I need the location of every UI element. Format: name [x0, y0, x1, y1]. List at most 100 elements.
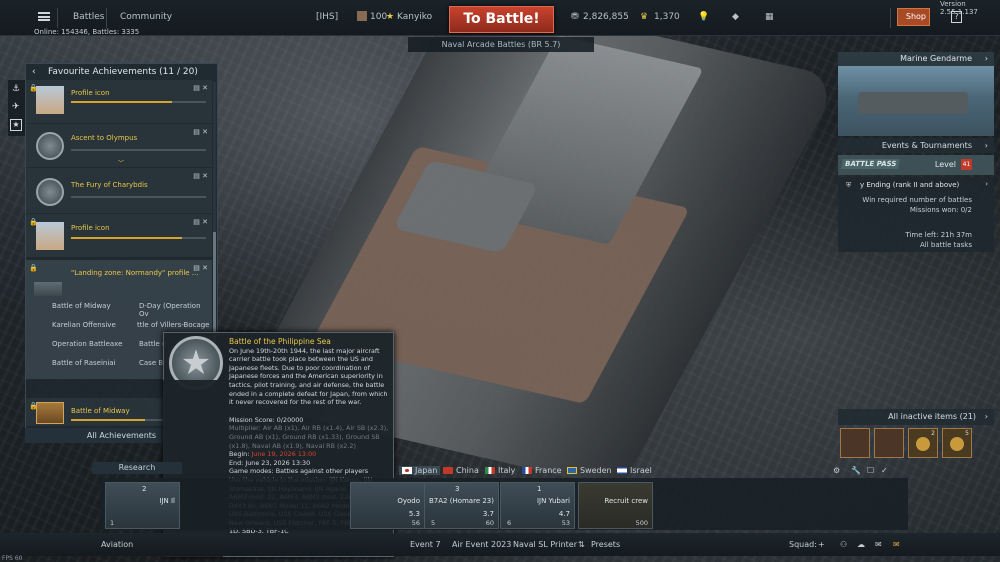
presets-icon[interactable]: ⇅ — [578, 540, 585, 549]
inactive-items-button[interactable]: All inactive items (21) › — [838, 409, 994, 425]
battle-task-panel[interactable]: ⛨ y Ending (rank II and above) › Win req… — [838, 177, 994, 252]
calendar-close-controls[interactable]: ▤ ✕ — [193, 264, 208, 272]
research-tab[interactable]: Research — [92, 462, 182, 474]
achievement-item[interactable]: 🔒 Profile icon ▤ ✕ — [26, 80, 212, 124]
nation-tab-italy[interactable]: Italy — [485, 466, 515, 475]
achievement-item[interactable]: Ascent to Olympus ▤ ✕ ﹀ — [26, 124, 212, 168]
to-battle-button[interactable]: To Battle! — [449, 6, 554, 33]
task-description: Win required number of battles — [862, 196, 972, 204]
item-count: 2 — [931, 430, 935, 437]
calendar-close-controls[interactable]: ▤ ✕ — [193, 84, 208, 92]
achievement-item[interactable]: 🔒 Profile icon ▤ ✕ — [26, 214, 212, 258]
achievement-item[interactable]: The Fury of Charybdis ▤ ✕ — [26, 168, 212, 214]
progress-bar — [71, 196, 206, 198]
ship-filter-icon[interactable]: ⚓ — [12, 84, 20, 94]
nation-label: France — [535, 466, 562, 475]
sub-achievement[interactable]: Battle of Midway — [52, 302, 111, 310]
vehicle-name: Recruit crew — [604, 497, 648, 505]
friends-icon[interactable]: ⚇ — [840, 540, 847, 549]
ticket-icon[interactable]: ▦ — [765, 12, 774, 22]
chevron-right-icon: › — [985, 180, 988, 188]
vehicle-card[interactable]: 3 B7A2 (Homare 23) 3.7 5 60 — [424, 482, 499, 529]
nation-tab-sweden[interactable]: Sweden — [567, 466, 612, 475]
sub-achievement[interactable]: ttle of Villers-Bocage — [137, 321, 210, 329]
sub-achievement[interactable]: Karelian Offensive — [52, 321, 116, 329]
sub-achievement[interactable]: Battle of Raseiniai — [52, 359, 116, 367]
checkbox[interactable]: ☐ — [867, 466, 874, 475]
item-card[interactable]: 2 — [908, 428, 938, 458]
events-label: Events & Tournaments — [881, 141, 972, 150]
tab-aviation[interactable]: Aviation — [101, 540, 133, 549]
nation-tab-japan[interactable]: Japan — [399, 466, 441, 475]
nation-label: Sweden — [580, 466, 612, 475]
event-banner[interactable]: Marine Gendarme › — [838, 52, 994, 136]
vehicle-card[interactable]: 1 IJN Yubari 4.7 6 53 — [500, 482, 575, 529]
progress-fill — [71, 237, 182, 239]
game-mode-selector[interactable]: Naval Arcade Battles (BR 5.7) — [408, 37, 594, 52]
vehicle-filter-icon[interactable]: ✈ — [12, 102, 20, 112]
calendar-close-controls[interactable]: ▤ ✕ — [193, 128, 208, 136]
wrench-icon[interactable]: 🔧 — [851, 466, 861, 475]
chest-icon — [36, 402, 64, 424]
diamond-icon[interactable]: ◆ — [732, 12, 739, 22]
silver-lions-icon: ⛃ — [571, 12, 579, 22]
recruit-crew-card[interactable]: Recruit crew 500 — [578, 482, 653, 529]
add-squad-icon[interactable]: + — [818, 540, 825, 549]
vehicle-card[interactable]: Oyodo 5.3 56 — [350, 482, 425, 529]
nation-tab-china[interactable]: China — [443, 466, 479, 475]
checkmark-icon[interactable]: ✓ — [881, 466, 888, 475]
favourite-star-icon[interactable]: ★ — [10, 119, 22, 131]
player-nickname[interactable]: Kanyiko — [397, 12, 432, 22]
player-level: 100 — [370, 12, 388, 22]
community-menu[interactable]: Community — [120, 12, 172, 22]
chat-icon[interactable]: ✉ — [875, 540, 882, 549]
gear-icon[interactable]: ⚙ — [833, 466, 840, 475]
tab-event-7[interactable]: Event 7 — [410, 540, 441, 549]
vehicle-rank: 1 — [537, 485, 542, 493]
tab-air-event[interactable]: Air Event 2023 — [452, 540, 511, 549]
cloud-icon[interactable]: ☁ — [857, 540, 865, 549]
calendar-close-controls[interactable]: ▤ ✕ — [193, 218, 208, 226]
missions-won: Missions won: 0/2 — [909, 206, 972, 214]
chevron-right-icon: › — [984, 141, 988, 150]
menu-icon[interactable] — [38, 12, 50, 21]
events-tournaments-button[interactable]: Events & Tournaments › — [838, 138, 994, 153]
vehicle-br: 5.3 — [408, 510, 420, 518]
achievement-sidebar: ⚓ ✈ ★ — [8, 80, 25, 136]
calendar-close-controls[interactable]: ▤ ✕ — [193, 172, 208, 180]
mail-icon[interactable]: ✉ — [893, 540, 900, 549]
shop-button[interactable]: Shop — [897, 8, 930, 26]
squad-label: Squad: — [789, 540, 817, 549]
battle-pass-bar[interactable]: BATTLE PASS Level 41 — [838, 155, 994, 175]
tooltip-description: On June 19th-20th 1944, the last major a… — [229, 346, 388, 407]
nation-label: Italy — [498, 466, 516, 475]
avatar[interactable] — [357, 11, 367, 21]
back-chevron-icon[interactable]: ‹ — [32, 64, 36, 80]
expand-chevron-icon[interactable]: ﹀ — [118, 158, 124, 167]
tab-naval-printer[interactable]: Naval SL Printer — [513, 540, 577, 549]
online-counter: Online: 154346, Battles: 3335 — [34, 28, 140, 36]
all-battle-tasks-link[interactable]: All battle tasks — [920, 241, 972, 249]
nation-tab-france[interactable]: France — [522, 466, 562, 475]
achievement-name: The Fury of Charybdis — [71, 181, 148, 189]
sub-achievement[interactable]: Operation Battleaxe — [52, 340, 122, 348]
item-card[interactable]: 5 — [942, 428, 972, 458]
shield-icon: ⛨ — [846, 181, 852, 189]
battle-pass-logo: BATTLE PASS — [841, 159, 901, 169]
sub-achievement[interactable]: Case Bl — [139, 359, 165, 367]
achievement-name: Profile icon — [71, 224, 110, 232]
presets-button[interactable]: Presets — [591, 540, 620, 549]
sub-achievement[interactable]: D-Day (Operation Ov — [139, 302, 212, 318]
nation-label: Japan — [415, 466, 438, 475]
item-card[interactable] — [874, 428, 904, 458]
lightbulb-icon[interactable]: 💡 — [698, 12, 709, 22]
item-card[interactable] — [840, 428, 870, 458]
end-date: End: June 23, 2026 13:30 — [229, 458, 311, 467]
achievement-name: Battle of Midway — [71, 407, 130, 415]
vehicle-card[interactable]: 2 IJN Il 1 — [105, 482, 180, 529]
banner-image — [34, 282, 62, 296]
ship-image — [858, 92, 968, 114]
profile-portrait — [36, 222, 64, 250]
nation-tab-israel[interactable]: Israel — [617, 466, 652, 475]
battles-menu[interactable]: Battles — [73, 12, 104, 22]
